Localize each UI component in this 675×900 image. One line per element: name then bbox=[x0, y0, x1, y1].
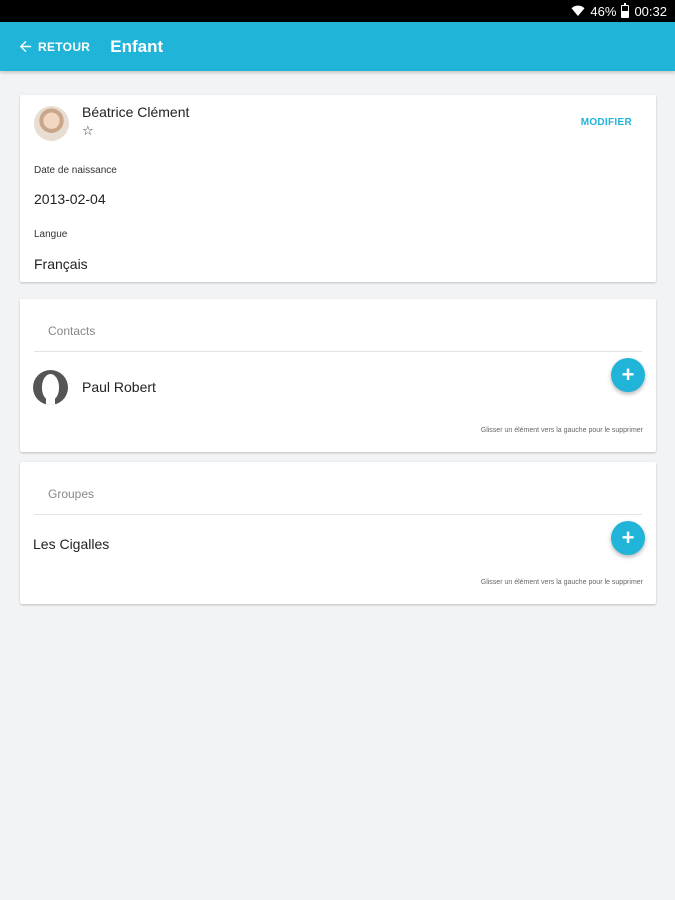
groups-section-title: Groupes bbox=[48, 487, 95, 501]
wifi-icon bbox=[571, 5, 585, 16]
star-icon[interactable]: ☆ bbox=[82, 123, 94, 139]
app-bar: RETOUR Enfant bbox=[0, 22, 675, 71]
language-value: Français bbox=[34, 256, 88, 272]
group-item[interactable]: Les Cigalles bbox=[33, 536, 109, 552]
clock-time: 00:32 bbox=[634, 3, 667, 19]
contact-item[interactable]: Paul Robert bbox=[82, 379, 156, 395]
child-name: Béatrice Clément bbox=[82, 104, 190, 120]
contacts-section-title: Contacts bbox=[48, 324, 96, 338]
profile-card: Béatrice Clément ☆ MODIFIER Date de nais… bbox=[20, 95, 656, 282]
divider bbox=[34, 514, 642, 515]
status-bar: 46% 00:32 bbox=[0, 0, 675, 22]
language-label: Langue bbox=[34, 229, 68, 240]
divider bbox=[34, 351, 642, 352]
battery-icon bbox=[621, 2, 630, 18]
birth-date-value: 2013-02-04 bbox=[34, 191, 106, 207]
add-contact-button[interactable]: + bbox=[611, 358, 645, 392]
swipe-hint: Glisser un élément vers la gauche pour l… bbox=[480, 427, 643, 434]
back-button-label: RETOUR bbox=[38, 39, 91, 54]
swipe-hint: Glisser un élément vers la gauche pour l… bbox=[480, 579, 643, 586]
back-button[interactable]: RETOUR bbox=[17, 38, 90, 55]
contacts-card: Contacts Paul Robert + Glisser un élémen… bbox=[20, 299, 656, 452]
birth-date-label: Date de naissance bbox=[34, 165, 117, 176]
groups-card: Groupes Les Cigalles + Glisser un élémen… bbox=[20, 462, 656, 604]
add-group-button[interactable]: + bbox=[611, 521, 645, 555]
person-icon bbox=[33, 370, 68, 405]
page-title: Enfant bbox=[110, 36, 164, 56]
battery-percentage: 46% bbox=[590, 3, 617, 19]
arrow-left-icon bbox=[19, 40, 32, 53]
modify-button[interactable]: MODIFIER bbox=[581, 117, 632, 128]
avatar bbox=[34, 106, 69, 141]
